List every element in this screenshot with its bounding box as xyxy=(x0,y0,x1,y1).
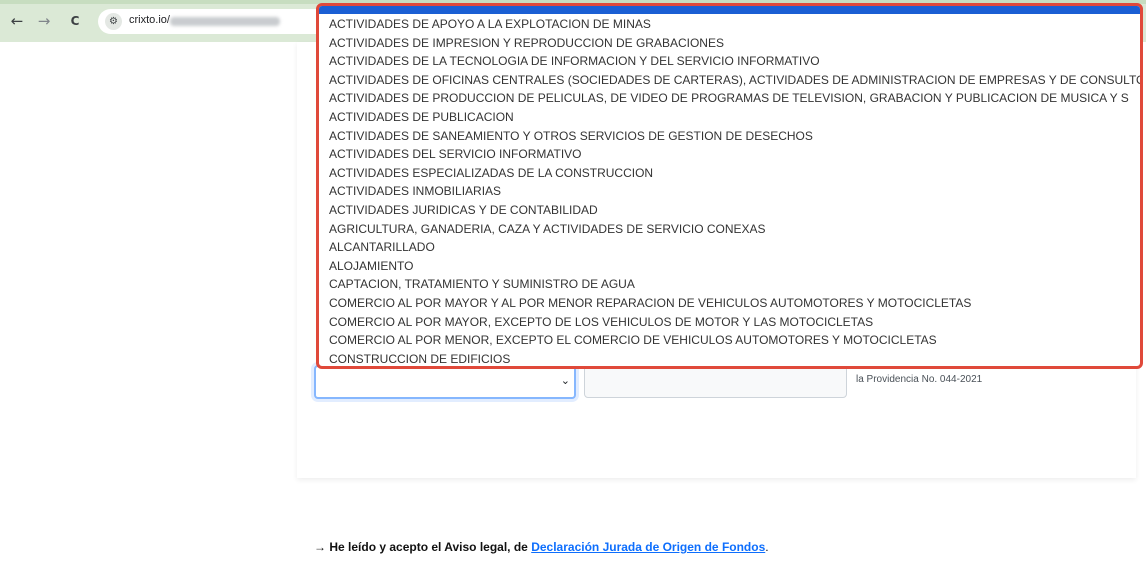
providencia-note: la Providencia No. 044-2021 xyxy=(856,374,983,385)
dropdown-highlight-bar xyxy=(319,6,1140,14)
agree-arrow: → xyxy=(314,540,326,554)
back-icon[interactable]: ← xyxy=(8,12,26,30)
dropdown-option[interactable]: ACTIVIDADES INMOBILIARIAS xyxy=(329,182,1140,201)
reload-icon[interactable]: C xyxy=(66,12,84,30)
declaration-link[interactable]: Declaración Jurada de Origen de Fondos xyxy=(531,540,765,554)
dropdown-option[interactable]: ALOJAMIENTO xyxy=(329,257,1140,276)
dropdown-option[interactable]: ACTIVIDADES JURIDICAS Y DE CONTABILIDAD xyxy=(329,201,1140,220)
dropdown-option[interactable]: CAPTACION, TRATAMIENTO Y SUMINISTRO DE A… xyxy=(329,275,1140,294)
dropdown-option[interactable]: ACTIVIDADES DE SANEAMIENTO Y OTROS SERVI… xyxy=(329,127,1140,146)
dropdown-option[interactable]: CONSTRUCCION DE EDIFICIOS xyxy=(329,350,1140,366)
dropdown-option[interactable]: COMERCIO AL POR MENOR, EXCEPTO EL COMERC… xyxy=(329,331,1140,350)
url-path-redacted xyxy=(170,17,280,26)
chevron-down-icon: ⌄ xyxy=(560,374,570,387)
dropdown-option[interactable]: COMERCIO AL POR MAYOR Y AL POR MENOR REP… xyxy=(329,294,1140,313)
dropdown-option[interactable]: ACTIVIDADES DE OFICINAS CENTRALES (SOCIE… xyxy=(329,71,1140,90)
agree-end: . xyxy=(765,540,769,554)
dropdown-option[interactable]: COMERCIO AL POR MAYOR, EXCEPTO DE LOS VE… xyxy=(329,313,1140,332)
dropdown-options: ACTIVIDADES DE APOYO A LA EXPLOTACION DE… xyxy=(329,15,1140,366)
legal-agreement: → He leído y acepto el Aviso legal, de D… xyxy=(314,540,769,554)
dropdown-option[interactable]: ACTIVIDADES DE PUBLICACION xyxy=(329,108,1140,127)
dropdown-option[interactable]: ACTIVIDADES DE APOYO A LA EXPLOTACION DE… xyxy=(329,15,1140,34)
dropdown-option[interactable]: ALCANTARILLADO xyxy=(329,238,1140,257)
tune-icon[interactable]: ⚙ xyxy=(105,13,122,30)
text-input[interactable] xyxy=(584,365,847,398)
dropdown-option[interactable]: ACTIVIDADES DE LA TECNOLOGIA DE INFORMAC… xyxy=(329,52,1140,71)
dropdown-option[interactable]: ACTIVIDADES DE PRODUCCION DE PELICULAS, … xyxy=(329,89,1140,108)
address-bar[interactable]: ⚙ crixto.io/ xyxy=(98,9,328,34)
forward-icon[interactable]: → xyxy=(35,12,53,30)
url-domain: crixto.io/ xyxy=(129,14,170,26)
activity-select[interactable]: ⌄ xyxy=(314,365,576,399)
agree-text: He leído y acepto el Aviso legal, de xyxy=(329,540,528,554)
dropdown-option[interactable]: AGRICULTURA, GANADERIA, CAZA Y ACTIVIDAD… xyxy=(329,220,1140,239)
dropdown-option[interactable]: ACTIVIDADES ESPECIALIZADAS DE LA CONSTRU… xyxy=(329,164,1140,183)
dropdown-option[interactable]: ACTIVIDADES DEL SERVICIO INFORMATIVO xyxy=(329,145,1140,164)
dropdown-option[interactable]: ACTIVIDADES DE IMPRESION Y REPRODUCCION … xyxy=(329,34,1140,53)
activity-dropdown-list[interactable]: ACTIVIDADES DE APOYO A LA EXPLOTACION DE… xyxy=(316,3,1143,369)
